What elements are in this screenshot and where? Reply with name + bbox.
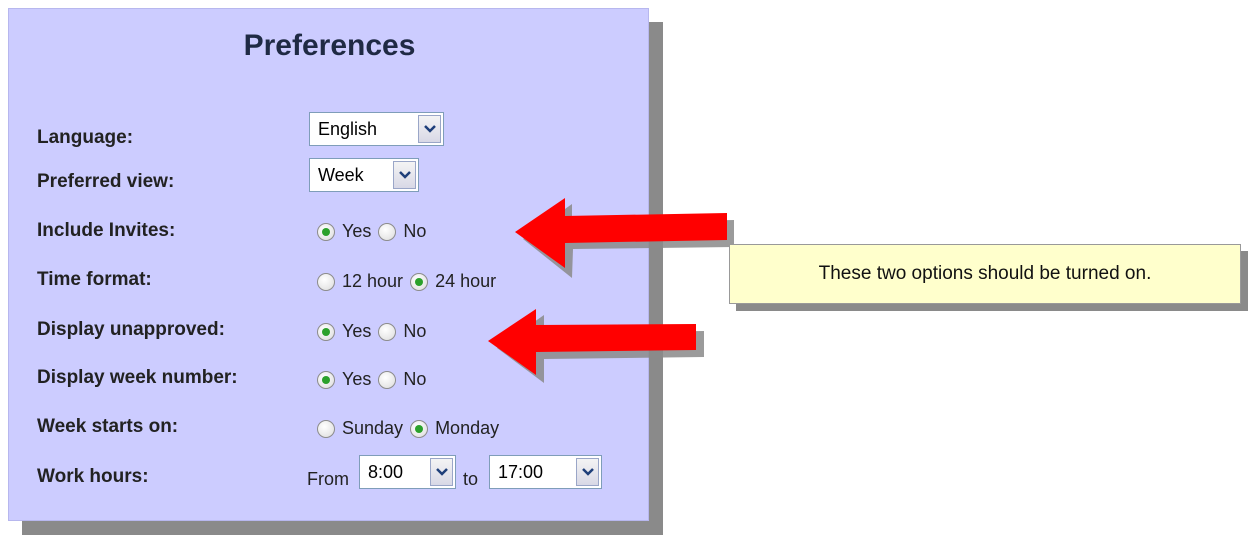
- page-title: Preferences: [243, 29, 416, 62]
- work-hours-from-text: From: [307, 469, 349, 489]
- language-value: English: [318, 118, 378, 139]
- display-week-number-options: Yes No: [317, 369, 433, 390]
- time-format-12-label: 12 hour: [342, 271, 404, 291]
- display-week-number-yes-radio[interactable]: [317, 370, 335, 389]
- display-unapproved-options: Yes No: [317, 321, 433, 342]
- display-unapproved-no-label: No: [403, 321, 427, 341]
- work-hours-to-value: 17:00: [498, 461, 544, 482]
- include-invites-label: Include Invites:: [37, 220, 176, 241]
- preferred-view-value: Week: [318, 164, 364, 185]
- include-invites-options: Yes No: [317, 221, 433, 242]
- preferred-view-label: Preferred view:: [37, 171, 175, 192]
- display-unapproved-no-radio[interactable]: [378, 322, 397, 341]
- week-starts-monday-label: Monday: [435, 418, 500, 438]
- display-week-number-label: Display week number:: [37, 367, 238, 388]
- annotation-note: These two options should be turned on.: [729, 244, 1241, 304]
- week-starts-sunday-label: Sunday: [342, 418, 404, 438]
- left-arrow-icon: [488, 309, 704, 383]
- include-invites-yes-radio[interactable]: [317, 222, 335, 241]
- chevron-down-icon[interactable]: [393, 161, 416, 189]
- display-unapproved-yes-radio[interactable]: [317, 322, 335, 341]
- include-invites-no-radio[interactable]: [378, 222, 397, 241]
- time-format-label: Time format:: [37, 269, 152, 290]
- time-format-24-radio[interactable]: [410, 272, 429, 291]
- left-arrow-icon: [515, 198, 734, 278]
- time-format-12-radio[interactable]: [317, 272, 335, 291]
- language-select[interactable]: English: [309, 112, 444, 146]
- work-hours-label: Work hours:: [37, 466, 149, 487]
- include-invites-no-label: No: [403, 221, 427, 241]
- language-label: Language:: [37, 127, 134, 148]
- work-hours-from-select[interactable]: 8:00: [359, 455, 456, 489]
- display-unapproved-yes-label: Yes: [342, 321, 372, 341]
- week-starts-sunday-radio[interactable]: [317, 419, 335, 438]
- preferred-view-select[interactable]: Week: [309, 158, 419, 192]
- display-unapproved-label: Display unapproved:: [37, 319, 225, 340]
- work-hours-from-value: 8:00: [368, 461, 404, 482]
- work-hours-to-text: to: [463, 469, 479, 489]
- display-week-number-no-radio[interactable]: [378, 370, 397, 389]
- week-starts-on-options: Sunday Monday: [317, 418, 506, 439]
- display-week-number-yes-label: Yes: [342, 369, 372, 389]
- include-invites-yes-label: Yes: [342, 221, 372, 241]
- work-hours-to-select[interactable]: 17:00: [489, 455, 602, 489]
- display-week-number-no-label: No: [403, 369, 427, 389]
- time-format-options: 12 hour 24 hour: [317, 271, 503, 292]
- week-starts-monday-radio[interactable]: [410, 419, 429, 438]
- chevron-down-icon[interactable]: [418, 115, 441, 143]
- time-format-24-label: 24 hour: [435, 271, 497, 291]
- chevron-down-icon[interactable]: [576, 458, 599, 486]
- week-starts-on-label: Week starts on:: [37, 416, 179, 437]
- chevron-down-icon[interactable]: [430, 458, 453, 486]
